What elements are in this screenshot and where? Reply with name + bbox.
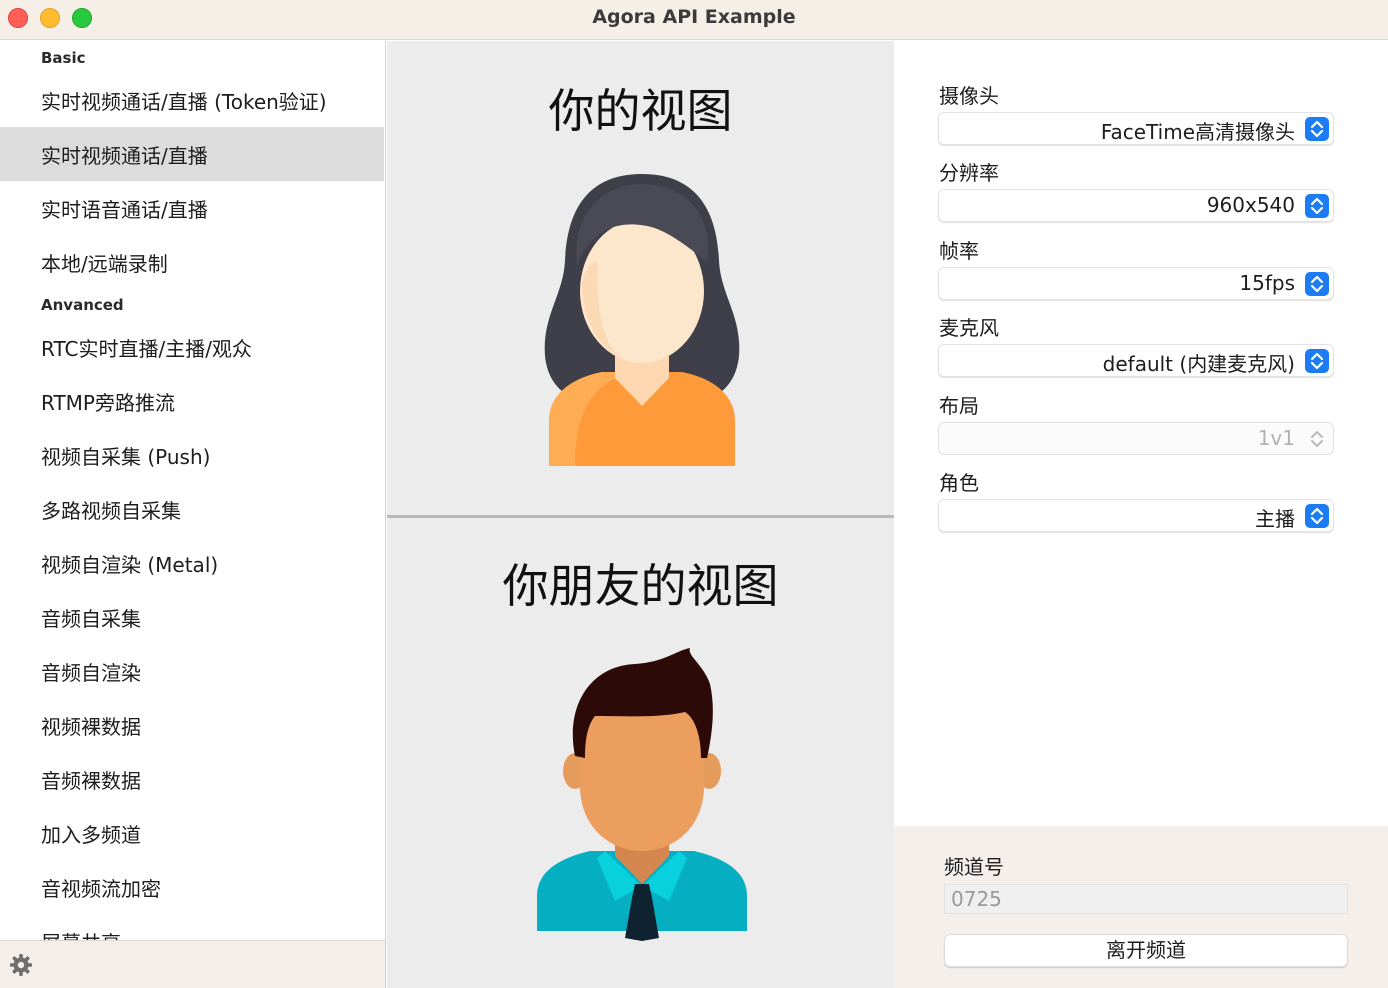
layout-select[interactable]: 1v1 (938, 422, 1334, 455)
sidebar-item-video-call[interactable]: 实时视频通话/直播 (0, 127, 384, 181)
microphone-label: 麦克风 (939, 316, 999, 340)
woman-avatar-icon (544, 174, 740, 466)
sidebar-item-video-call-token[interactable]: 实时视频通话/直播 (Token验证) (0, 73, 384, 127)
channel-label: 频道号 (944, 855, 1004, 879)
sidebar-item-raw-audio[interactable]: 音频裸数据 (0, 752, 384, 806)
sidebar: Basic 实时视频通话/直播 (Token验证) 实时视频通话/直播 实时语音… (0, 41, 386, 988)
sidebar-item-video-push[interactable]: 视频自采集 (Push) (0, 428, 384, 482)
updown-chevron-icon (1305, 272, 1329, 296)
fps-label: 帧率 (939, 239, 979, 263)
sidebar-item-recording[interactable]: 本地/远端录制 (0, 235, 384, 289)
fps-select-value: 15fps (1239, 271, 1295, 295)
resolution-label: 分辨率 (939, 161, 999, 185)
sidebar-item-label: 多路视频自采集 (41, 499, 181, 523)
sidebar-item-label: 视频裸数据 (41, 715, 141, 739)
camera-label: 摄像头 (939, 84, 999, 108)
sidebar-item-label: 音视频流加密 (41, 877, 161, 901)
camera-select-value: FaceTime高清摄像头 (1100, 120, 1295, 144)
fps-select[interactable]: 15fps (938, 267, 1334, 300)
updown-chevron-icon (1305, 427, 1329, 451)
role-label: 角色 (939, 471, 979, 495)
sidebar-item-multi-video[interactable]: 多路视频自采集 (0, 482, 384, 536)
channel-panel: 频道号 离开频道 (894, 826, 1388, 988)
channel-input[interactable] (944, 884, 1348, 914)
window-title: Agora API Example (592, 6, 796, 28)
remote-view-title: 你朋友的视图 (502, 559, 779, 613)
sidebar-item-label: 本地/远端录制 (41, 252, 168, 276)
settings-panel: 摄像头 FaceTime高清摄像头 分辨率 960x540 帧率 15fps 麦… (894, 41, 1388, 826)
title-bar: Agora API Example (0, 0, 1388, 40)
updown-chevron-icon (1305, 194, 1329, 218)
sidebar-item-label: RTC实时直播/主播/观众 (41, 337, 252, 361)
sidebar-item-audio-render[interactable]: 音频自渲染 (0, 644, 384, 698)
sidebar-item-label: 视频自渲染 (Metal) (41, 553, 219, 577)
sidebar-item-label: 实时视频通话/直播 (41, 144, 208, 168)
sidebar-item-voice-call[interactable]: 实时语音通话/直播 (0, 181, 384, 235)
sidebar-footer (0, 940, 385, 988)
sidebar-item-multi-channel[interactable]: 加入多频道 (0, 806, 384, 860)
sidebar-item-rtmp[interactable]: RTMP旁路推流 (0, 374, 384, 428)
resolution-select-value: 960x540 (1206, 193, 1295, 217)
role-select-value: 主播 (1255, 507, 1295, 531)
microphone-select-value: default (内建麦克风) (1102, 352, 1295, 376)
updown-chevron-icon (1305, 117, 1329, 141)
role-select[interactable]: 主播 (938, 499, 1334, 532)
updown-chevron-icon (1305, 349, 1329, 373)
layout-label: 布局 (939, 394, 979, 418)
sidebar-item-rtc-live[interactable]: RTC实时直播/主播/观众 (0, 320, 384, 374)
gear-icon[interactable] (9, 953, 33, 977)
leave-channel-button[interactable]: 离开频道 (944, 934, 1348, 967)
sidebar-item-encryption[interactable]: 音视频流加密 (0, 860, 384, 914)
sidebar-item-label: 音频自采集 (41, 607, 141, 631)
local-view-title: 你的视图 (548, 84, 733, 138)
sidebar-item-label: 音频裸数据 (41, 769, 141, 793)
updown-chevron-icon (1305, 504, 1329, 528)
sidebar-item-label: 实时视频通话/直播 (Token验证) (41, 90, 327, 114)
sidebar-item-metal-render[interactable]: 视频自渲染 (Metal) (0, 536, 384, 590)
sidebar-item-label: 加入多频道 (41, 823, 141, 847)
sidebar-item-label: 实时语音通话/直播 (41, 198, 208, 222)
section-header-basic: Basic (41, 49, 86, 67)
video-area: 你的视图 你朋友的视图 (387, 41, 894, 988)
camera-select[interactable]: FaceTime高清摄像头 (938, 112, 1334, 145)
view-divider (387, 515, 894, 518)
sidebar-item-label: 音频自渲染 (41, 661, 141, 685)
resolution-select[interactable]: 960x540 (938, 189, 1334, 222)
man-avatar-icon (537, 648, 747, 941)
section-header-advanced: Anvanced (41, 296, 124, 314)
sidebar-item-raw-video[interactable]: 视频裸数据 (0, 698, 384, 752)
sidebar-item-label: 视频自采集 (Push) (41, 445, 211, 469)
sidebar-item-label: RTMP旁路推流 (41, 391, 175, 415)
microphone-select[interactable]: default (内建麦克风) (938, 344, 1334, 377)
layout-select-value: 1v1 (1257, 426, 1295, 450)
sidebar-item-audio-capture[interactable]: 音频自采集 (0, 590, 384, 644)
